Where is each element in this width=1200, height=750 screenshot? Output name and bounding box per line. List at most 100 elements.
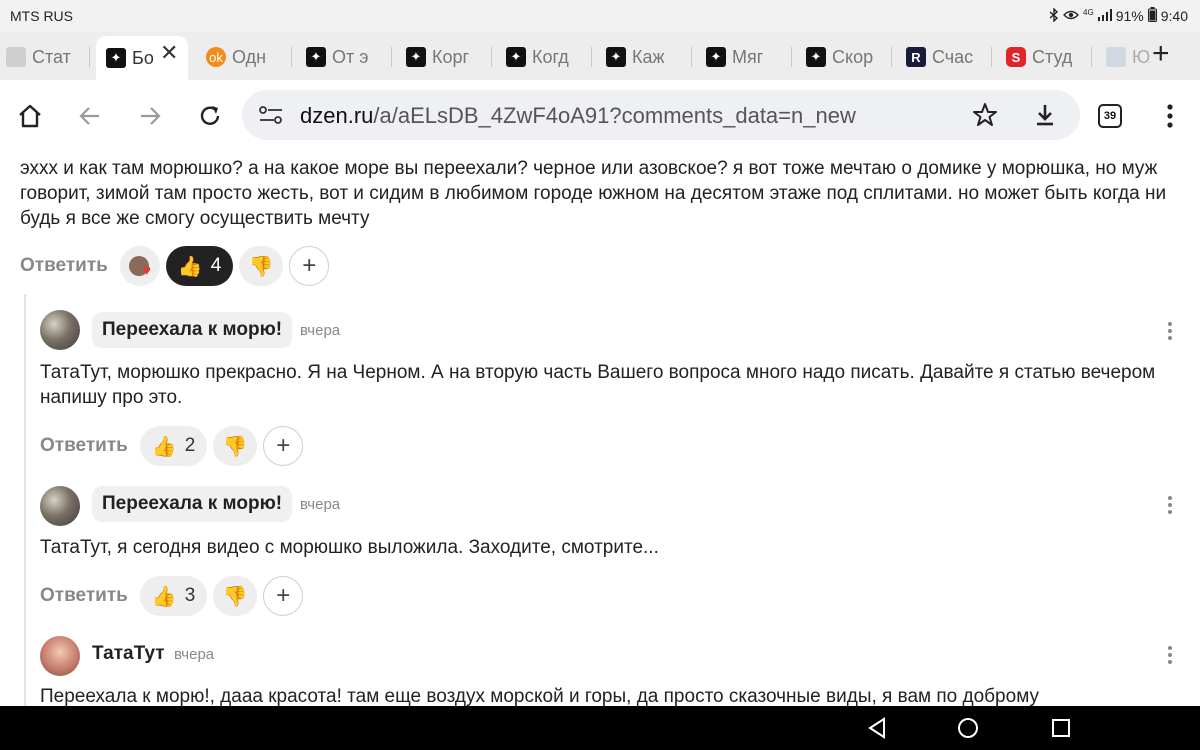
battery-icon: [1147, 7, 1157, 25]
tab-8[interactable]: ✦ Скор: [806, 42, 892, 72]
tab-label: Мяг: [732, 46, 764, 67]
author-name[interactable]: Переехала к морю!: [92, 312, 293, 348]
comment-actions: Ответить 👍 2 👎 +: [40, 426, 309, 466]
author-name[interactable]: ТатаТут: [92, 636, 165, 672]
tab-label: Юл: [1132, 46, 1150, 67]
like-button[interactable]: 👍 4: [165, 246, 234, 286]
like-count: 3: [184, 585, 196, 606]
dislike-button[interactable]: 👎: [213, 426, 258, 466]
tab-5[interactable]: ✦ Когд: [506, 42, 592, 72]
dzen-favicon-icon: ✦: [806, 47, 826, 67]
home-icon[interactable]: [12, 98, 48, 134]
tab-separator: [1091, 47, 1092, 67]
thumbs-down-icon: 👎: [222, 435, 248, 458]
status-right: 4G 91% 9:40: [1049, 6, 1188, 25]
like-count: 4: [210, 255, 222, 276]
reload-icon[interactable]: [192, 98, 228, 134]
system-nav-bar: [0, 706, 1200, 750]
reactions-avatars[interactable]: ♥: [119, 246, 160, 286]
tab-separator: [791, 47, 792, 67]
nav-home-icon[interactable]: [956, 716, 980, 745]
network-type-label: 4G: [1083, 7, 1094, 17]
thumbs-down-icon: 👎: [248, 255, 274, 278]
tab-separator: [391, 47, 392, 67]
dislike-button[interactable]: 👎: [213, 576, 258, 616]
like-button[interactable]: 👍 2: [139, 426, 208, 466]
tab-4[interactable]: ✦ Корг: [406, 42, 492, 72]
close-tab-icon[interactable]: ✕: [160, 40, 178, 66]
dzen-favicon-icon: ✦: [606, 47, 626, 67]
nav-recents-icon[interactable]: [1050, 716, 1072, 745]
author-name[interactable]: Переехала к морю!: [92, 486, 293, 522]
clock-label: 9:40: [1160, 8, 1188, 24]
tab-strip: Стат ✦ Бо ok Одн ✦ От э ✦ Корг ✦ Когд ✦ …: [0, 32, 1200, 80]
tab-9[interactable]: R Счас: [906, 42, 992, 72]
comment-text: Переехала к морю!, дааа красота! там еще…: [40, 686, 1039, 706]
add-reaction-button[interactable]: +: [263, 576, 304, 616]
browser-toolbar: dzen.ru/a/aELsDB_4ZwF4oA91?comments_data…: [0, 80, 1200, 152]
tab-separator: [89, 47, 90, 67]
image-favicon-icon: [1106, 47, 1126, 67]
more-options-icon[interactable]: [1168, 322, 1172, 343]
forward-icon[interactable]: [132, 98, 168, 134]
like-button[interactable]: 👍 3: [139, 576, 208, 616]
eye-icon: [1063, 8, 1079, 24]
reply-button[interactable]: Ответить: [20, 255, 108, 277]
tab-0[interactable]: Стат: [6, 42, 90, 72]
battery-label: 91%: [1115, 8, 1144, 24]
dzen-favicon-icon: ✦: [706, 47, 726, 67]
overflow-menu-icon[interactable]: [1160, 102, 1180, 135]
nav-back-icon[interactable]: [866, 716, 888, 745]
tab-10[interactable]: S Студ: [1006, 42, 1092, 72]
tab-label: Студ: [1032, 46, 1073, 67]
tab-separator: [491, 47, 492, 67]
reply-button[interactable]: Ответить: [40, 435, 128, 457]
avatar[interactable]: [40, 486, 80, 526]
dzen-favicon-icon: ✦: [106, 48, 126, 68]
thread-line: [24, 294, 26, 706]
tab-6[interactable]: ✦ Каж: [606, 42, 692, 72]
tab-11[interactable]: Юл: [1106, 42, 1150, 72]
tab-3[interactable]: ✦ От э: [306, 42, 392, 72]
url-host: dzen.ru: [300, 103, 374, 128]
heart-icon: ♥: [142, 262, 151, 278]
comment-text: ТатаТут, я сегодня видео с морюшко вылож…: [40, 537, 659, 558]
dzen-favicon-icon: ✦: [506, 47, 526, 67]
comment-actions: Ответить ♥ 👍 4 👎 +: [20, 246, 335, 286]
tab-separator: [991, 47, 992, 67]
comment-time: вчера: [300, 322, 341, 339]
avatar[interactable]: [40, 310, 80, 350]
new-tab-icon[interactable]: +: [1152, 39, 1170, 69]
comment-time: вчера: [300, 496, 341, 513]
tab-separator: [291, 47, 292, 67]
download-icon[interactable]: [1032, 102, 1058, 133]
tab-7[interactable]: ✦ Мяг: [706, 42, 792, 72]
ok-favicon-icon: ok: [206, 47, 226, 67]
comment-text: эххх и как там морюшко? а на какое море …: [20, 158, 1167, 229]
tab-switcher-button[interactable]: 39: [1098, 104, 1122, 128]
thumbs-down-icon: 👎: [222, 585, 248, 608]
carrier-label: MTS RUS: [10, 8, 73, 24]
address-bar[interactable]: dzen.ru/a/aELsDB_4ZwF4oA91?comments_data…: [242, 90, 1080, 140]
more-options-icon[interactable]: [1168, 496, 1172, 517]
like-count: 2: [184, 435, 196, 456]
tab-label: Скор: [832, 46, 874, 67]
dislike-button[interactable]: 👎: [239, 246, 284, 286]
tab-separator: [591, 47, 592, 67]
url-text[interactable]: dzen.ru/a/aELsDB_4ZwF4oA91?comments_data…: [300, 103, 856, 129]
bookmark-star-icon[interactable]: [972, 102, 998, 133]
tab-2[interactable]: ok Одн: [206, 42, 292, 72]
more-options-icon[interactable]: [1168, 646, 1172, 667]
dzen-favicon-icon: ✦: [306, 47, 326, 67]
avatar[interactable]: [40, 636, 80, 676]
back-icon[interactable]: [72, 98, 108, 134]
thumbs-up-icon: 👍: [151, 585, 177, 608]
bluetooth-icon: [1049, 6, 1059, 25]
tab-label: Счас: [932, 46, 974, 67]
comments-feed: эххх и как там морюшко? а на какое море …: [0, 152, 1200, 706]
add-reaction-button[interactable]: +: [263, 426, 304, 466]
add-reaction-button[interactable]: +: [289, 246, 330, 286]
status-bar: MTS RUS 4G 91% 9:40: [0, 0, 1200, 32]
reply-button[interactable]: Ответить: [40, 585, 128, 607]
site-settings-icon[interactable]: [258, 104, 284, 131]
